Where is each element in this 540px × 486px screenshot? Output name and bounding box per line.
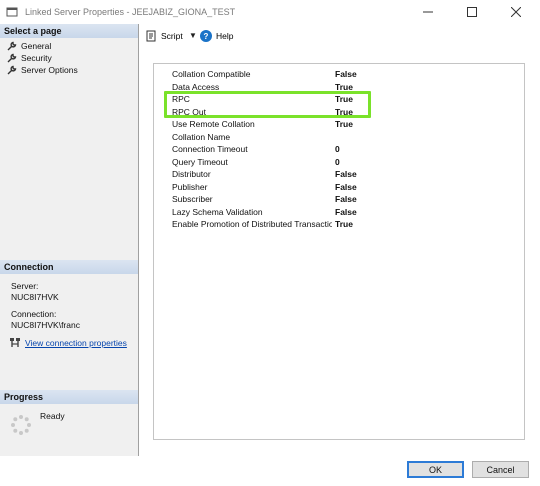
script-button[interactable]: Script [145, 30, 183, 42]
option-value: True [335, 119, 353, 129]
rpc-highlight-box [164, 91, 371, 118]
help-button[interactable]: ? Help [200, 30, 233, 42]
options-grid: Collation Compatible False Data Access T… [153, 63, 525, 440]
view-connection-properties-link[interactable]: View connection properties [25, 338, 127, 348]
app-icon [6, 7, 18, 17]
server-label: Server: [11, 281, 39, 291]
script-label: Script [161, 31, 183, 41]
option-row[interactable]: Connection Timeout 0 [154, 143, 524, 156]
option-name: Distributor [172, 169, 211, 179]
option-name: Subscriber [172, 194, 213, 204]
ok-button[interactable]: OK [407, 461, 464, 478]
help-icon: ? [200, 30, 212, 42]
page-item-server-options[interactable]: Server Options [6, 64, 78, 76]
option-name: Collation Compatible [172, 69, 251, 79]
toolbar: Script ▼ ? Help [140, 28, 540, 46]
option-value: False [335, 169, 357, 179]
progress-status: Ready [40, 411, 65, 421]
option-value: False [335, 181, 357, 192]
option-value: 0 [335, 156, 340, 167]
option-name: Data Access [172, 81, 220, 92]
connection-value: NUC8I7HVK\franc [11, 320, 80, 330]
option-row[interactable]: Subscriber False [154, 193, 524, 206]
page-item-label: General [21, 41, 52, 51]
option-name: Collation Name [172, 131, 231, 142]
option-row[interactable]: Use Remote Collation True [154, 118, 524, 131]
option-value: False [335, 194, 357, 204]
close-icon[interactable] [494, 0, 538, 24]
wrench-icon [7, 41, 17, 50]
option-value: True [335, 219, 353, 229]
maximize-icon[interactable] [450, 0, 494, 24]
title-bar: Linked Server Properties - JEEJABIZ_GION… [0, 0, 540, 24]
option-value: False [335, 206, 357, 217]
window-title: Linked Server Properties - JEEJABIZ_GION… [25, 7, 236, 17]
option-name: Use Remote Collation [172, 119, 255, 129]
progress-spinner-icon [11, 415, 31, 435]
wrench-icon [7, 53, 17, 62]
cancel-button[interactable]: Cancel [472, 461, 529, 478]
server-value: NUC8I7HVK [11, 292, 59, 302]
minimize-icon[interactable] [406, 0, 450, 24]
page-item-label: Security [21, 53, 52, 63]
option-row[interactable]: Publisher False [154, 181, 524, 194]
script-dropdown-arrow-icon[interactable]: ▼ [189, 31, 197, 40]
wrench-icon [7, 65, 17, 74]
option-row[interactable]: Distributor False [154, 168, 524, 181]
option-row[interactable]: Enable Promotion of Distributed Transact… [154, 218, 524, 231]
script-icon [146, 30, 156, 42]
page-item-label: Server Options [21, 65, 78, 75]
option-row[interactable]: Collation Name [154, 131, 524, 144]
option-value: 0 [335, 144, 340, 154]
option-name: Connection Timeout [172, 144, 248, 154]
connection-properties-icon [10, 338, 20, 347]
page-item-general[interactable]: General [6, 40, 78, 52]
select-page-header: Select a page [0, 24, 138, 38]
connection-label: Connection: [11, 309, 57, 319]
option-row[interactable]: Collation Compatible False [154, 68, 524, 81]
left-pane: Select a page General Security Server Op… [0, 24, 139, 456]
option-name: Publisher [172, 181, 208, 192]
option-value: True [335, 81, 353, 92]
view-connection-properties-row: View connection properties [9, 337, 127, 348]
progress-header: Progress [0, 390, 138, 404]
option-row[interactable]: Query Timeout 0 [154, 156, 524, 169]
option-row[interactable]: Lazy Schema Validation False [154, 206, 524, 219]
option-name: Lazy Schema Validation [172, 206, 263, 217]
page-list: General Security Server Options [6, 40, 78, 76]
option-name: Query Timeout [172, 156, 228, 167]
help-label: Help [216, 31, 234, 41]
option-value: False [335, 69, 357, 79]
option-name: Enable Promotion of Distributed Transact… [172, 219, 332, 229]
connection-header: Connection [0, 260, 138, 274]
page-item-security[interactable]: Security [6, 52, 78, 64]
